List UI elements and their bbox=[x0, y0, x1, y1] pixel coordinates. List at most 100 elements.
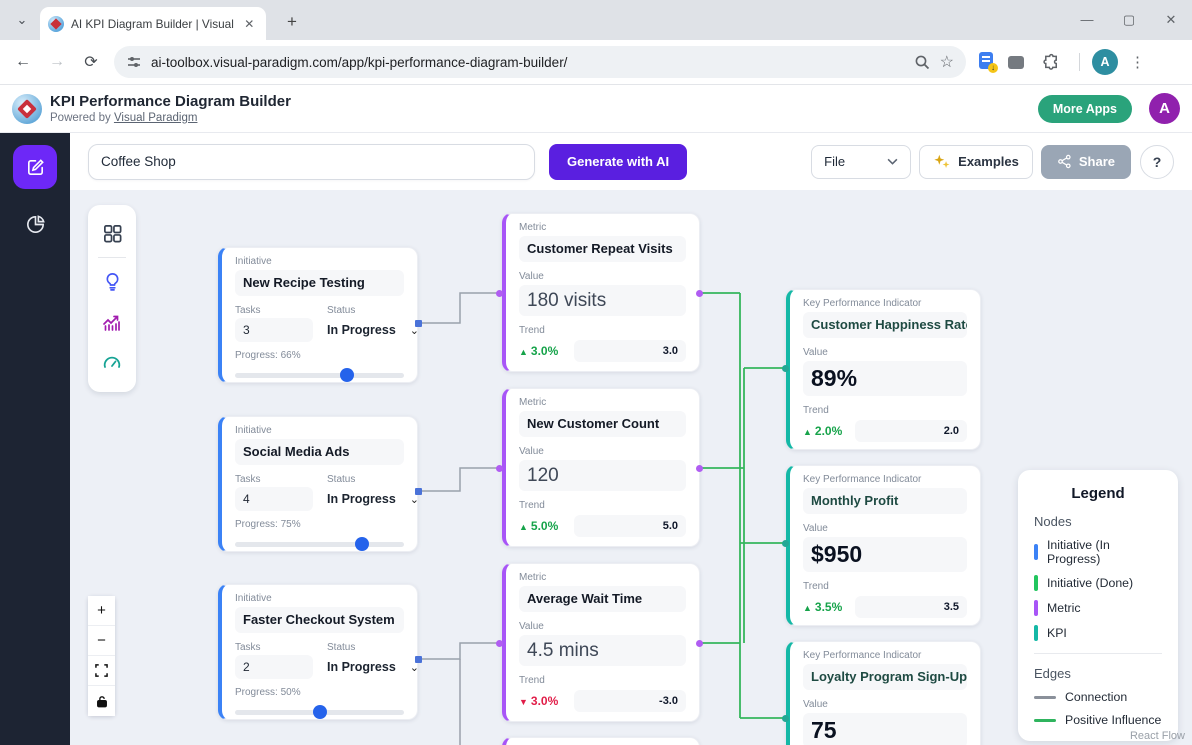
metric-target-handle[interactable] bbox=[496, 465, 503, 472]
user-avatar[interactable]: A bbox=[1149, 93, 1180, 124]
metric-target-handle[interactable] bbox=[496, 640, 503, 647]
node-type-label: Metric bbox=[519, 397, 547, 408]
metric-node[interactable]: Metric New Customer Count Value 120 Tren… bbox=[502, 388, 700, 547]
tasks-field[interactable]: 4 bbox=[235, 487, 313, 511]
react-flow-attribution[interactable]: React Flow bbox=[1130, 730, 1185, 742]
share-button[interactable]: Share bbox=[1040, 144, 1131, 179]
bookmark-star-icon[interactable]: ☆ bbox=[940, 52, 954, 72]
extensions-puzzle-icon[interactable] bbox=[1042, 53, 1061, 72]
metric-name-field[interactable]: Customer Repeat Visits bbox=[519, 236, 686, 262]
metric-node[interactable]: Metric Customer Repeat Visits Value 180 … bbox=[502, 213, 700, 372]
metric-source-handle[interactable] bbox=[696, 640, 703, 647]
metric-source-handle[interactable] bbox=[696, 290, 703, 297]
zoom-icon[interactable] bbox=[914, 54, 931, 71]
slider-thumb[interactable] bbox=[339, 368, 354, 382]
progress-slider[interactable] bbox=[235, 705, 404, 719]
zoom-in-button[interactable]: + bbox=[88, 596, 115, 626]
node-type-label: Initiative bbox=[235, 256, 272, 267]
sidebar-item-charts[interactable] bbox=[24, 213, 47, 241]
kpi-target-handle[interactable] bbox=[782, 715, 789, 722]
metric-target-handle[interactable] bbox=[496, 290, 503, 297]
trend-value-field[interactable]: 3.5 bbox=[855, 596, 967, 618]
initiative-source-handle[interactable] bbox=[415, 656, 422, 663]
status-select[interactable]: In Progress ⌄ bbox=[327, 655, 419, 679]
site-info-icon[interactable] bbox=[126, 54, 142, 70]
initiative-name-field[interactable]: Social Media Ads bbox=[235, 439, 404, 465]
tasks-field[interactable]: 2 bbox=[235, 655, 313, 679]
more-apps-button[interactable]: More Apps bbox=[1037, 95, 1132, 123]
kpi-target-handle[interactable] bbox=[782, 540, 789, 547]
save-page-icon[interactable]: ↓ bbox=[978, 52, 998, 73]
visual-paradigm-link[interactable]: Visual Paradigm bbox=[114, 112, 198, 124]
all-nodes-icon[interactable] bbox=[102, 216, 123, 251]
minimize-button[interactable]: — bbox=[1066, 0, 1108, 40]
slider-thumb[interactable] bbox=[312, 705, 327, 719]
browser-profile-avatar[interactable]: A bbox=[1092, 49, 1118, 75]
metric-name-field[interactable]: New Customer Count bbox=[519, 411, 686, 437]
back-icon[interactable]: ← bbox=[6, 53, 40, 71]
metric-node-icon[interactable] bbox=[101, 299, 123, 340]
status-select[interactable]: In Progress ⌄ bbox=[327, 318, 419, 342]
trend-value-field[interactable]: -3.0 bbox=[574, 690, 686, 712]
trend-value-field[interactable]: 5.0 bbox=[574, 515, 686, 537]
comment-extension-icon[interactable] bbox=[1008, 55, 1024, 69]
initiative-node[interactable]: Initiative Social Media Ads Tasks 4 Stat… bbox=[218, 416, 419, 552]
app-logo-icon bbox=[12, 94, 42, 124]
prompt-input[interactable] bbox=[88, 143, 535, 180]
kpi-target-handle[interactable] bbox=[782, 365, 789, 372]
kpi-name-field[interactable]: Loyalty Program Sign-Ups bbox=[803, 664, 967, 690]
metric-value-field[interactable]: 180 visits bbox=[519, 285, 686, 316]
sidebar-item-editor[interactable] bbox=[13, 145, 57, 189]
trend-value-field[interactable]: 2.0 bbox=[855, 420, 967, 442]
trend-label: Trend bbox=[803, 581, 829, 592]
generate-with-ai-button[interactable]: Generate with AI bbox=[549, 143, 688, 180]
browser-menu-icon[interactable]: ⋮ bbox=[1130, 53, 1145, 71]
tasks-field[interactable]: 3 bbox=[235, 318, 313, 342]
initiative-name-field[interactable]: New Recipe Testing bbox=[235, 270, 404, 296]
initiative-name-field[interactable]: Faster Checkout System bbox=[235, 607, 404, 633]
url-text[interactable]: ai-toolbox.visual-paradigm.com/app/kpi-p… bbox=[151, 55, 905, 70]
trend-value-field[interactable]: 3.0 bbox=[574, 340, 686, 362]
metric-value-field[interactable]: 4.5 mins bbox=[519, 635, 686, 666]
browser-tab[interactable]: AI KPI Diagram Builder | Visuali ✕ bbox=[40, 7, 266, 40]
examples-button[interactable]: Examples bbox=[919, 144, 1033, 179]
kpi-value-field[interactable]: 75 bbox=[803, 713, 967, 745]
metric-node-partial[interactable] bbox=[502, 737, 700, 745]
address-bar[interactable]: ai-toolbox.visual-paradigm.com/app/kpi-p… bbox=[114, 46, 966, 78]
progress-slider[interactable] bbox=[235, 537, 404, 551]
initiative-node-icon[interactable] bbox=[102, 264, 123, 299]
legend-item-label: KPI bbox=[1047, 626, 1067, 640]
new-tab-button[interactable]: + bbox=[280, 10, 304, 34]
forward-icon: → bbox=[49, 53, 65, 70]
kpi-node-icon[interactable] bbox=[101, 340, 123, 381]
metric-source-handle[interactable] bbox=[696, 465, 703, 472]
metric-name-field[interactable]: Average Wait Time bbox=[519, 586, 686, 612]
progress-slider[interactable] bbox=[235, 368, 404, 382]
metric-value-field[interactable]: 120 bbox=[519, 460, 686, 491]
initiative-source-handle[interactable] bbox=[415, 488, 422, 495]
help-button[interactable]: ? bbox=[1140, 144, 1174, 179]
tab-search-chevron-icon[interactable]: ⌄ bbox=[10, 9, 34, 33]
zoom-out-button[interactable]: − bbox=[88, 626, 115, 656]
slider-thumb[interactable] bbox=[354, 537, 369, 551]
initiative-node[interactable]: Initiative New Recipe Testing Tasks 3 St… bbox=[218, 247, 419, 383]
diagram-canvas[interactable]: Initiative New Recipe Testing Tasks 3 St… bbox=[70, 190, 1192, 745]
tab-close-icon[interactable]: ✕ bbox=[241, 15, 258, 33]
initiative-node[interactable]: Initiative Faster Checkout System Tasks … bbox=[218, 584, 419, 720]
status-select[interactable]: In Progress ⌄ bbox=[327, 487, 419, 511]
kpi-node[interactable]: Key Performance Indicator Customer Happi… bbox=[786, 289, 981, 450]
metric-node[interactable]: Metric Average Wait Time Value 4.5 mins … bbox=[502, 563, 700, 722]
close-button[interactable]: ✕ bbox=[1150, 0, 1192, 40]
file-menu-button[interactable]: File bbox=[811, 144, 912, 179]
fit-view-button[interactable] bbox=[88, 656, 115, 686]
maximize-button[interactable]: ▢ bbox=[1108, 0, 1150, 40]
lock-button[interactable] bbox=[88, 686, 115, 716]
kpi-value-field[interactable]: 89% bbox=[803, 361, 967, 396]
kpi-name-field[interactable]: Customer Happiness Rate bbox=[803, 312, 967, 338]
kpi-node[interactable]: Key Performance Indicator Monthly Profit… bbox=[786, 465, 981, 626]
kpi-node[interactable]: Key Performance Indicator Loyalty Progra… bbox=[786, 641, 981, 745]
kpi-name-field[interactable]: Monthly Profit bbox=[803, 488, 967, 514]
reload-icon[interactable]: ⟳ bbox=[74, 52, 108, 72]
kpi-value-field[interactable]: $950 bbox=[803, 537, 967, 572]
initiative-source-handle[interactable] bbox=[415, 320, 422, 327]
